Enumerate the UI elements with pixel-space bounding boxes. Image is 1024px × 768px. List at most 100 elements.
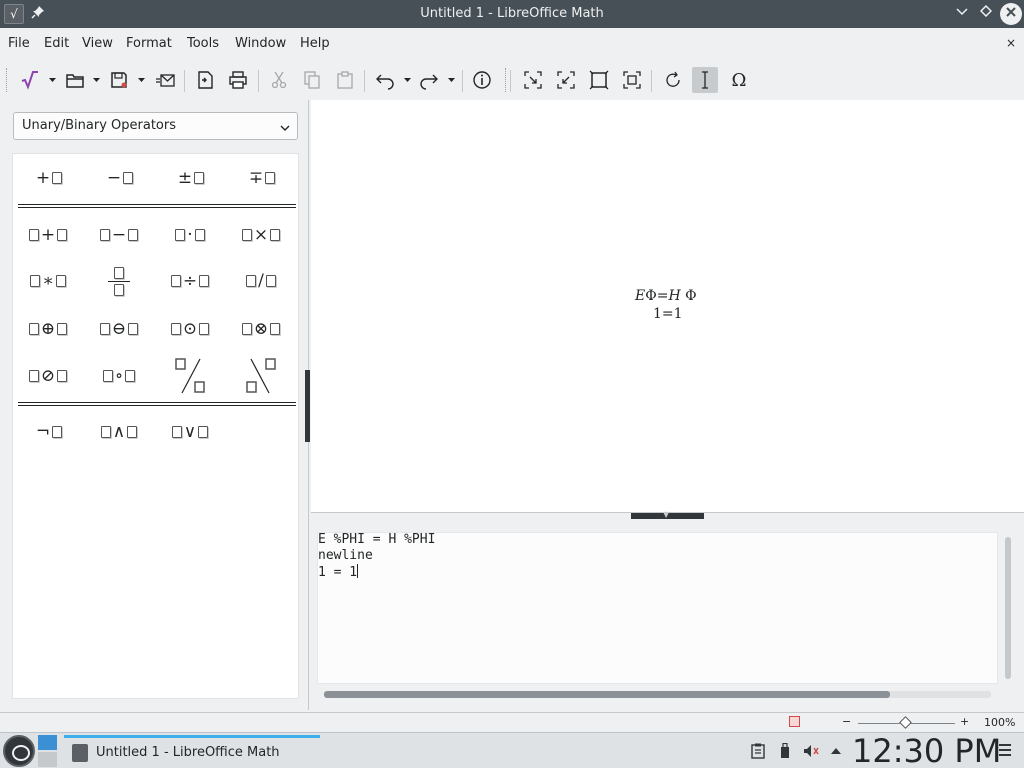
element-composition[interactable]: ∘ <box>89 359 149 393</box>
panel-menu-icon[interactable] <box>998 742 1012 761</box>
new-dropdown-arrow[interactable] <box>47 72 57 88</box>
element-logic-and[interactable]: ∧ <box>89 415 149 449</box>
placeholder-icon <box>128 323 139 335</box>
splitter-handle[interactable]: ▼ <box>631 510 704 519</box>
placeholder-icon <box>127 426 138 438</box>
close-document-icon[interactable]: × <box>1006 36 1016 50</box>
desktop-1[interactable] <box>38 735 57 750</box>
window-close-button[interactable] <box>1000 3 1022 25</box>
element-circled-times[interactable]: ⊗ <box>231 312 291 346</box>
info-icon[interactable] <box>469 67 495 93</box>
element-wide-backslash[interactable] <box>231 354 291 398</box>
formula-cursor-icon[interactable] <box>692 67 718 93</box>
paste-icon[interactable] <box>332 67 358 93</box>
redo-icon[interactable] <box>416 67 442 93</box>
menu-view[interactable]: View <box>82 36 113 51</box>
placeholder-icon <box>265 275 276 287</box>
formula-icon[interactable] <box>17 67 43 93</box>
cut-icon[interactable] <box>266 67 292 93</box>
menu-format[interactable]: Format <box>126 36 172 51</box>
undo-dropdown-arrow[interactable] <box>402 72 412 88</box>
menu-bar: File Edit View Format Tools Window Help … <box>0 28 1024 60</box>
element-logic-not[interactable]: ¬ <box>18 415 78 449</box>
element-circled-minus[interactable]: ⊖ <box>89 312 149 346</box>
clipboard-icon[interactable] <box>749 742 767 760</box>
redo-dropdown-arrow[interactable] <box>446 72 456 88</box>
element-unary-minus[interactable]: − <box>89 161 149 195</box>
open-icon[interactable] <box>62 67 88 93</box>
element-circled-dot[interactable]: ⊙ <box>160 312 220 346</box>
zoom-100-icon[interactable] <box>619 67 645 93</box>
placeholder-icon <box>28 229 39 241</box>
minimize-button[interactable] <box>952 4 972 24</box>
element-binary-divide[interactable]: ÷ <box>160 264 220 298</box>
placeholder-icon <box>170 275 181 287</box>
placeholder-icon <box>171 426 182 438</box>
menu-tools[interactable]: Tools <box>187 36 219 51</box>
element-circled-slash[interactable]: ⊘ <box>18 359 78 393</box>
clock[interactable]: 12:30 PM <box>852 732 1001 768</box>
placeholder-icon <box>175 229 186 241</box>
editor-horizontal-scrollbar-thumb[interactable] <box>324 691 890 698</box>
element-binary-cdot[interactable]: · <box>160 218 220 252</box>
desktop-2[interactable] <box>38 752 57 767</box>
print-icon[interactable] <box>225 67 251 93</box>
placeholder-icon <box>270 229 281 241</box>
element-binary-plus[interactable]: + <box>18 218 78 252</box>
open-dropdown-arrow[interactable] <box>91 72 101 88</box>
zoom-out-button[interactable]: − <box>842 715 851 728</box>
undo-icon[interactable] <box>372 67 398 93</box>
element-unary-plus[interactable]: + <box>18 161 78 195</box>
taskbar-task-libreoffice-math[interactable]: Untitled 1 - LibreOffice Math <box>64 735 320 767</box>
menu-edit[interactable]: Edit <box>44 36 69 51</box>
zoom-level[interactable]: 100% <box>984 716 1015 729</box>
element-binary-slash[interactable]: / <box>231 264 291 298</box>
element-binary-minus[interactable]: − <box>89 218 149 252</box>
maximize-button[interactable] <box>976 4 996 24</box>
zoom-slider-thumb[interactable] <box>899 716 912 729</box>
save-icon[interactable] <box>106 67 132 93</box>
editor-splitter[interactable]: ▼ <box>311 510 1024 519</box>
window-title: Untitled 1 - LibreOffice Math <box>420 6 604 21</box>
command-line: 1 = 1 <box>318 564 359 580</box>
removable-device-icon[interactable] <box>776 742 794 760</box>
element-binary-asterisk[interactable]: ∗ <box>18 264 78 298</box>
show-all-icon[interactable] <box>586 67 612 93</box>
standard-toolbar: Ω <box>0 60 1024 100</box>
element-logic-or[interactable]: ∨ <box>160 415 220 449</box>
placeholder-icon <box>30 275 41 287</box>
menu-window[interactable]: Window <box>235 36 286 51</box>
update-icon[interactable] <box>660 67 686 93</box>
category-select-value: Unary/Binary Operators <box>22 118 177 133</box>
toolbar-grip[interactable] <box>505 68 508 92</box>
volume-muted-icon[interactable] <box>802 742 820 760</box>
panel-splitter-handle[interactable] <box>305 370 310 442</box>
menu-file[interactable]: File <box>8 36 30 51</box>
element-fraction[interactable] <box>89 259 149 303</box>
zoom-out-icon[interactable] <box>553 67 579 93</box>
application-launcher-icon[interactable] <box>3 735 35 767</box>
toolbar-grip[interactable] <box>6 68 9 92</box>
element-binary-times[interactable]: × <box>231 218 291 252</box>
zoom-in-icon[interactable] <box>520 67 546 93</box>
placeholder-icon <box>170 323 181 335</box>
formula-preview[interactable]: EΦ=H Φ 1=1 <box>311 100 1024 512</box>
virtual-desktop-pager[interactable] <box>38 735 58 767</box>
export-pdf-icon[interactable] <box>192 67 218 93</box>
menu-help[interactable]: Help <box>300 36 330 51</box>
document-modified-icon[interactable] <box>789 716 800 727</box>
zoom-in-button[interactable]: + <box>960 715 969 728</box>
editor-vertical-scrollbar[interactable] <box>1005 537 1011 679</box>
save-dropdown-arrow[interactable] <box>136 72 146 88</box>
symbols-omega-icon[interactable]: Ω <box>726 67 752 93</box>
element-category-select[interactable]: Unary/Binary Operators <box>13 112 298 140</box>
toolbar-separator <box>364 70 365 92</box>
element-unary-plusminus[interactable]: ± <box>160 161 220 195</box>
tray-expand-arrow-icon[interactable] <box>827 742 845 760</box>
command-editor[interactable]: E %PHI = H %PHI newline 1 = 1 <box>317 532 998 684</box>
export-mail-icon[interactable] <box>152 67 178 93</box>
copy-icon[interactable] <box>299 67 325 93</box>
element-wide-slash[interactable] <box>160 354 220 398</box>
element-unary-minusplus[interactable]: ∓ <box>231 161 291 195</box>
element-circled-plus[interactable]: ⊕ <box>18 312 78 346</box>
